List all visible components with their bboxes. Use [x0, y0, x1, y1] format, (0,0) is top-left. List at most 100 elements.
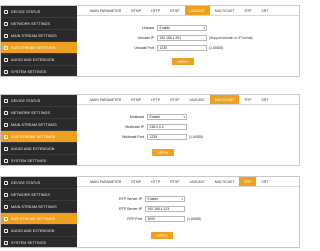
sidebar-item-system-settings[interactable]: SYSTEM SETTINGS [1, 155, 77, 165]
sidebar-item-system-settings[interactable]: SYSTEM SETTINGS [1, 66, 77, 76]
sidebar-item-network-settings[interactable]: NETWORK SETTINGS [1, 107, 77, 119]
menu-item-icon [4, 192, 8, 197]
multicast-ip-row: Multicast IP 238.0.0.2 [75, 124, 187, 130]
tab-http[interactable]: HTTP [146, 6, 165, 15]
tab-http[interactable]: HTTP [146, 177, 165, 186]
tab-rtp[interactable]: RTP [239, 6, 256, 15]
sidebar-item-main-stream[interactable]: MAIN STREAM SETTINGS [1, 201, 77, 213]
rtp-ip-row: RTP Server IP 192.168.1.123 [73, 206, 185, 212]
rtp-port-note: (1-65535) [187, 217, 202, 221]
apply-button[interactable]: APPLY [172, 58, 194, 65]
tab-rtsp[interactable]: RTSP [165, 6, 184, 15]
rtp-port-input[interactable]: 5000 [145, 216, 185, 222]
tab-rtsp[interactable]: RTSP [165, 95, 184, 104]
tab-unicast[interactable]: UNICAST [184, 6, 210, 15]
tab-main-parameter[interactable]: MAIN PARAMETER [85, 95, 126, 104]
sidebar: DEVICE STATUS NETWORK SETTINGS MAIN STRE… [1, 95, 77, 165]
tab-main-parameter[interactable]: MAIN PARAMETER [85, 6, 126, 15]
menu-item-icon [4, 45, 8, 50]
menu-item-icon [4, 240, 8, 245]
tab-unicast[interactable]: UNICAST [185, 177, 210, 186]
menu-item-icon [4, 228, 8, 233]
menu-item-icon [4, 33, 8, 38]
tab-rtp[interactable]: RTP [239, 177, 257, 186]
tab-srt[interactable]: SRT [256, 95, 273, 104]
unicast-row: Unicast Enable ▾ [85, 25, 207, 31]
unicast-value: Enable [159, 26, 171, 30]
rtp-enable-select[interactable]: Enable ▾ [145, 196, 185, 202]
tab-rtp[interactable]: RTP [239, 95, 256, 104]
unicast-port-label: Unicast Port [134, 46, 154, 50]
menu-item-icon [4, 158, 8, 163]
tab-rtmp[interactable]: RTMP [126, 6, 146, 15]
tab-http[interactable]: HTTP [146, 95, 165, 104]
sidebar-item-sub-stream[interactable]: SUB STREAM SETTINGS [1, 213, 77, 225]
sidebar-item-network-settings[interactable]: NETWORK SETTINGS [1, 189, 77, 201]
menu-item-icon [4, 180, 8, 185]
sidebar-item-audio-extension[interactable]: AUDIO AND EXTENSION [1, 225, 77, 237]
multicast-ip-input[interactable]: 238.0.0.2 [147, 124, 187, 130]
unicast-select[interactable]: Enable ▾ [157, 25, 207, 31]
apply-button[interactable]: APPLY [151, 232, 173, 239]
sidebar: DEVICE STATUS NETWORK SETTINGS MAIN STRE… [1, 6, 77, 76]
menu-item-icon [4, 21, 8, 26]
rtp-ip-label: RTP Server IP [118, 207, 142, 211]
tab-srt[interactable]: SRT [256, 177, 273, 186]
rtp-ip-input[interactable]: 192.168.1.123 [145, 206, 185, 212]
sidebar-item-label: SUB STREAM SETTINGS [11, 45, 56, 50]
multicast-port-note: (1-65535) [189, 135, 204, 139]
multicast-value: Enable [149, 115, 161, 119]
tab-multicast[interactable]: MULTICAST [209, 95, 240, 104]
sidebar-item-device-status[interactable]: DEVICE STATUS [1, 6, 77, 18]
unicast-port-row: Unicast Port 1235 (1-65535) [85, 45, 223, 51]
tab-rtmp[interactable]: RTMP [126, 95, 146, 104]
sidebar-item-main-stream[interactable]: MAIN STREAM SETTINGS [1, 30, 77, 42]
sidebar-item-sub-stream[interactable]: SUB STREAM SETTINGS [1, 131, 77, 143]
rtp-settings-panel: DEVICE STATUS NETWORK SETTINGS MAIN STRE… [0, 176, 300, 248]
sidebar-item-label: NETWORK SETTINGS [11, 192, 50, 197]
sidebar-item-audio-extension[interactable]: AUDIO AND EXTENSION [1, 143, 77, 155]
sidebar-item-label: MAIN STREAM SETTINGS [11, 33, 57, 38]
sidebar-item-label: SYSTEM SETTINGS [11, 240, 47, 245]
sidebar-item-system-settings[interactable]: SYSTEM SETTINGS [1, 237, 77, 247]
tab-rtsp[interactable]: RTSP [165, 177, 184, 186]
sidebar-item-label: DEVICE STATUS [11, 9, 41, 14]
sidebar-item-label: MAIN STREAM SETTINGS [11, 122, 57, 127]
sidebar-item-sub-stream[interactable]: SUB STREAM SETTINGS [1, 42, 77, 54]
sidebar: DEVICE STATUS NETWORK SETTINGS MAIN STRE… [1, 177, 77, 247]
multicast-port-input[interactable]: 1235 [147, 134, 187, 140]
chevron-down-icon: ▾ [181, 197, 183, 201]
menu-item-icon [4, 98, 8, 103]
tab-main-parameter[interactable]: MAIN PARAMETER [85, 177, 126, 186]
tab-unicast[interactable]: UNICAST [185, 95, 210, 104]
menu-item-icon [4, 122, 8, 127]
sidebar-item-main-stream[interactable]: MAIN STREAM SETTINGS [1, 119, 77, 131]
sidebar-item-audio-extension[interactable]: AUDIO AND EXTENSION [1, 54, 77, 66]
unicast-ip-label: Unicast IP [137, 36, 154, 40]
unicast-ip-note: (Support domain or IP format) [209, 36, 253, 40]
tab-multicast[interactable]: MULTICAST [210, 177, 240, 186]
menu-item-icon [4, 57, 8, 62]
unicast-label: Unicast [142, 26, 154, 30]
tab-multicast[interactable]: MULTICAST [210, 6, 240, 15]
unicast-port-note: (1-65535) [209, 46, 224, 50]
multicast-ip-label: Multicast IP [125, 125, 144, 129]
rtp-enable-value: Enable [147, 197, 159, 201]
tab-rtmp[interactable]: RTMP [126, 177, 146, 186]
chevron-down-icon: ▾ [203, 26, 205, 30]
sidebar-item-network-settings[interactable]: NETWORK SETTINGS [1, 18, 77, 30]
rtp-enable-row: RTP Server IP Enable ▾ [73, 196, 185, 202]
sidebar-item-device-status[interactable]: DEVICE STATUS [1, 177, 77, 189]
apply-button[interactable]: APPLY [152, 149, 174, 156]
unicast-ip-row: Unicast IP 192.168.1.201 (Support domain… [85, 35, 253, 41]
tab-srt[interactable]: SRT [256, 6, 273, 15]
tab-bar: MAIN PARAMETER RTMP HTTP RTSP UNICAST MU… [77, 177, 299, 187]
sidebar-item-device-status[interactable]: DEVICE STATUS [1, 95, 77, 107]
multicast-label: Multicast [129, 115, 144, 119]
unicast-ip-input[interactable]: 192.168.1.201 [157, 35, 207, 41]
tab-bar: MAIN PARAMETER RTMP HTTP RTSP UNICAST MU… [77, 6, 299, 16]
sidebar-item-label: DEVICE STATUS [11, 98, 41, 103]
menu-item-icon [4, 69, 8, 74]
unicast-port-input[interactable]: 1235 [157, 45, 207, 51]
multicast-select[interactable]: Enable ▾ [147, 114, 187, 120]
